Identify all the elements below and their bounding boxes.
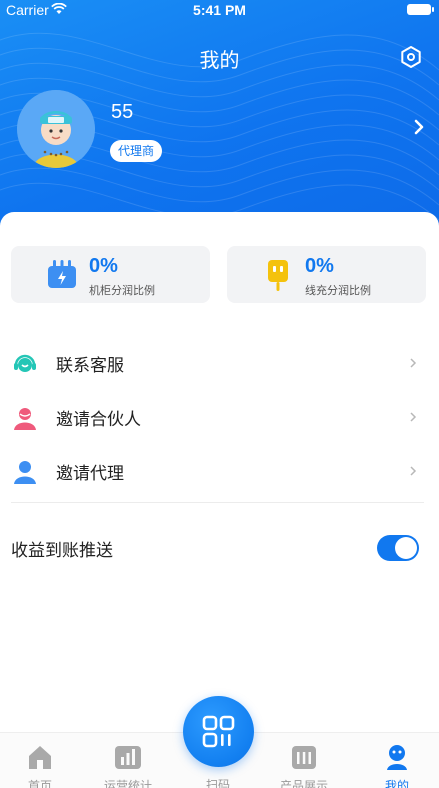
tab-products[interactable]: 产品展示 bbox=[264, 733, 344, 788]
scan-icon bbox=[202, 715, 235, 748]
tab-profile-label: 我的 bbox=[384, 779, 409, 788]
tab-products-label: 产品展示 bbox=[279, 779, 328, 788]
settings-icon[interactable] bbox=[399, 45, 423, 69]
cabinet-share-card[interactable]: 0% 机柜分润比例 bbox=[11, 246, 210, 303]
menu-item-contact-service[interactable]: 联系客服 bbox=[0, 338, 439, 388]
page-title: 我的 bbox=[199, 48, 240, 72]
tab-scan-label: 扫码 bbox=[205, 778, 230, 788]
chevron-right-icon[interactable] bbox=[412, 118, 426, 136]
chevron-right-icon bbox=[410, 358, 417, 368]
cabinet-share-label: 机柜分润比例 bbox=[89, 284, 155, 297]
cabinet-share-value: 0% bbox=[89, 255, 118, 277]
cable-share-card[interactable]: 0% 线充分润比例 bbox=[227, 246, 426, 303]
chevron-right-icon bbox=[410, 466, 417, 476]
scan-button[interactable] bbox=[183, 696, 254, 767]
clock: 5:41 PM bbox=[193, 2, 246, 18]
cable-share-value: 0% bbox=[305, 255, 334, 277]
divider bbox=[11, 502, 424, 503]
cabinet-icon bbox=[48, 260, 76, 288]
home-icon bbox=[29, 746, 51, 769]
menu-label-invite-agent: 邀请代理 bbox=[56, 464, 124, 484]
push-notification-label: 收益到账推送 bbox=[11, 541, 113, 561]
status-bar: Carrier 5:41 PM bbox=[0, 0, 439, 20]
avatar[interactable] bbox=[17, 90, 95, 168]
menu-label-invite-partner: 邀请合伙人 bbox=[56, 410, 141, 430]
battery-icon bbox=[407, 4, 434, 15]
avatar-image bbox=[17, 90, 95, 168]
tab-home-label: 首页 bbox=[27, 779, 52, 788]
push-notification-toggle[interactable] bbox=[377, 535, 419, 561]
partner-icon bbox=[14, 408, 36, 430]
tab-stats-label: 运营统计 bbox=[103, 779, 152, 788]
stats-icon bbox=[115, 746, 141, 769]
content-panel: 0% 机柜分润比例 0% 线充分润比例 联系客服 邀请合伙人 邀请代理 收益到账… bbox=[0, 212, 439, 742]
menu-item-invite-agent[interactable]: 邀请代理 bbox=[0, 446, 439, 496]
tab-stats[interactable]: 运营统计 bbox=[88, 733, 168, 788]
plug-icon bbox=[268, 260, 288, 291]
tab-home[interactable]: 首页 bbox=[0, 733, 80, 788]
username: 55 bbox=[111, 101, 134, 123]
customer-service-icon bbox=[14, 354, 36, 372]
profile-header: Carrier 5:41 PM 我的 55 代理商 bbox=[0, 0, 439, 240]
cable-share-label: 线充分润比例 bbox=[305, 284, 371, 297]
chevron-right-icon bbox=[410, 412, 417, 422]
menu-label-contact-service: 联系客服 bbox=[56, 356, 124, 376]
menu-item-invite-partner[interactable]: 邀请合伙人 bbox=[0, 392, 439, 442]
role-badge: 代理商 bbox=[110, 140, 163, 162]
profile-icon bbox=[387, 745, 407, 770]
tab-profile[interactable]: 我的 bbox=[357, 733, 437, 788]
products-icon bbox=[292, 746, 316, 769]
agent-icon bbox=[14, 461, 36, 484]
